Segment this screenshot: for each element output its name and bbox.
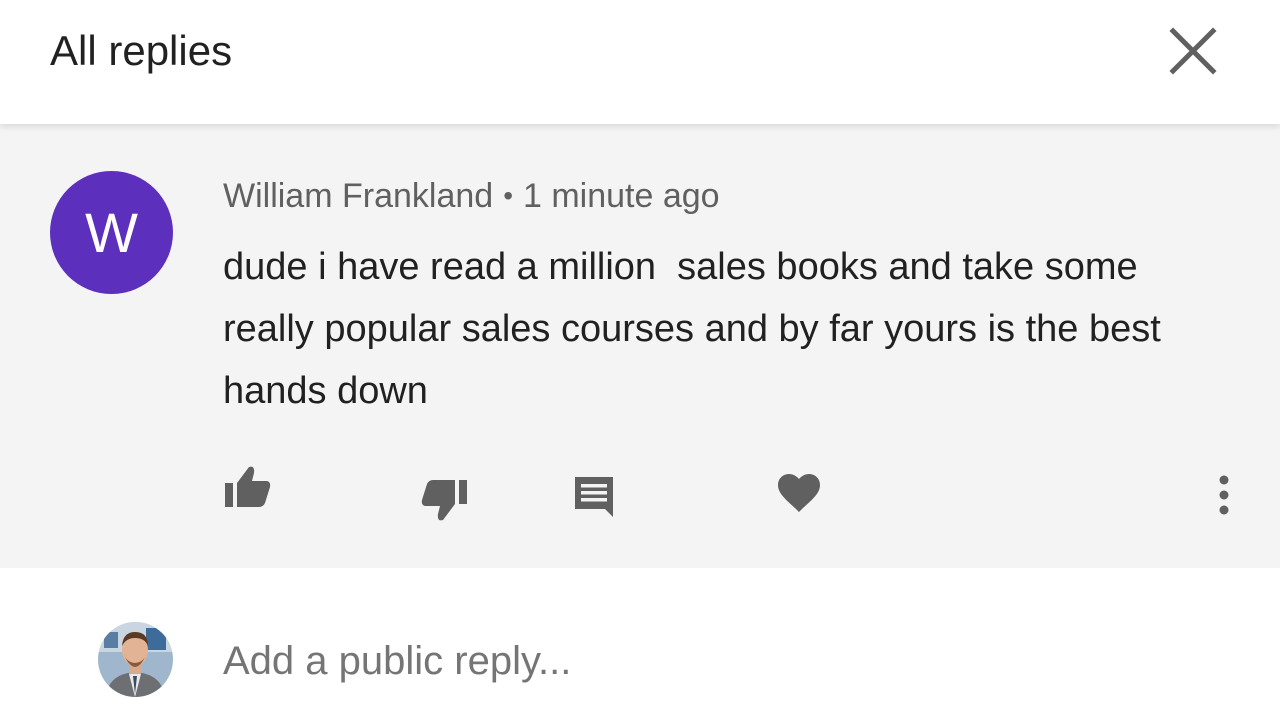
comment-text: dude i have read a million sales books a… <box>223 246 1172 412</box>
reply-composer <box>0 568 1280 720</box>
thumb-up-icon <box>225 466 271 507</box>
comment-icon <box>575 477 613 517</box>
author-avatar[interactable]: W <box>50 171 173 294</box>
like-button[interactable] <box>218 462 276 512</box>
user-photo <box>98 622 173 697</box>
close-icon <box>1169 27 1217 75</box>
close-button[interactable] <box>1160 18 1226 84</box>
reply-button[interactable] <box>568 470 620 522</box>
reply-input[interactable] <box>223 636 1183 686</box>
avatar-letter: W <box>85 201 138 264</box>
heart-button[interactable] <box>772 468 826 518</box>
header: All replies <box>0 0 1280 124</box>
user-photo-avatar[interactable] <box>98 622 173 697</box>
meta-separator: • <box>503 180 513 211</box>
author-name[interactable]: William Frankland <box>223 177 493 215</box>
page-title: All replies <box>50 27 233 74</box>
comment-timestamp: 1 minute ago <box>523 177 720 215</box>
comment-meta: William Frankland • 1 minute ago <box>223 176 720 216</box>
thumb-down-icon <box>421 480 467 521</box>
more-options-button[interactable] <box>1204 470 1244 520</box>
comment-thread-item: W William Frankland • 1 minute ago dude i … <box>0 124 1280 568</box>
dislike-button[interactable] <box>416 474 474 526</box>
heart-icon <box>778 474 820 512</box>
more-vert-icon <box>1219 475 1229 515</box>
